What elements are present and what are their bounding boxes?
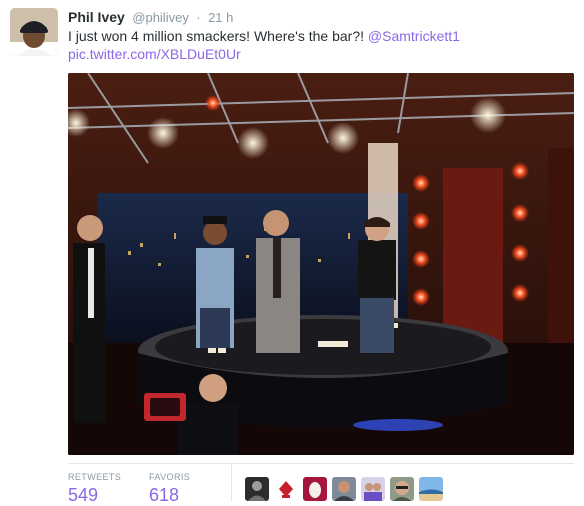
tweet-stats: RETWEETS 549 FAVORIS 618 bbox=[68, 463, 574, 506]
favoriter-avatar-6[interactable] bbox=[390, 477, 414, 501]
tweet: Phil Ivey @philivey · 21 h I just won 4 … bbox=[0, 0, 584, 506]
favorites-label: FAVORIS bbox=[149, 472, 191, 482]
favoriter-avatar-3[interactable] bbox=[303, 477, 327, 501]
favoriter-avatar-1[interactable] bbox=[245, 477, 269, 501]
favoriter-avatar-5[interactable] bbox=[361, 477, 385, 501]
pic-link[interactable]: pic.twitter.com/XBLDuEt0Ur bbox=[68, 45, 241, 63]
profile-avatar[interactable] bbox=[10, 8, 58, 56]
favoriter-avatar-7[interactable] bbox=[419, 477, 443, 501]
tweet-body: I just won 4 million smackers! Where's t… bbox=[68, 28, 368, 44]
stats-divider bbox=[231, 464, 232, 502]
retweets-count[interactable]: 549 bbox=[68, 485, 121, 506]
tweet-text: I just won 4 million smackers! Where's t… bbox=[68, 27, 568, 45]
author-username[interactable]: @philivey bbox=[132, 10, 189, 25]
favorites-stat[interactable]: FAVORIS 618 bbox=[149, 472, 190, 506]
timestamp[interactable]: 21 h bbox=[208, 10, 233, 25]
tweet-header: Phil Ivey @philivey · 21 h bbox=[68, 9, 233, 27]
tweet-photo[interactable] bbox=[68, 73, 574, 455]
favoriter-avatar-4[interactable] bbox=[332, 477, 356, 501]
favorites-count[interactable]: 618 bbox=[149, 485, 190, 506]
favoriter-avatar-2[interactable] bbox=[274, 477, 298, 501]
separator: · bbox=[196, 10, 201, 25]
retweets-stat[interactable]: RETWEETS 549 bbox=[68, 472, 121, 506]
author-name[interactable]: Phil Ivey bbox=[68, 9, 125, 25]
mention-link[interactable]: @Samtrickett1 bbox=[368, 28, 460, 44]
retweets-label: RETWEETS bbox=[68, 472, 122, 482]
